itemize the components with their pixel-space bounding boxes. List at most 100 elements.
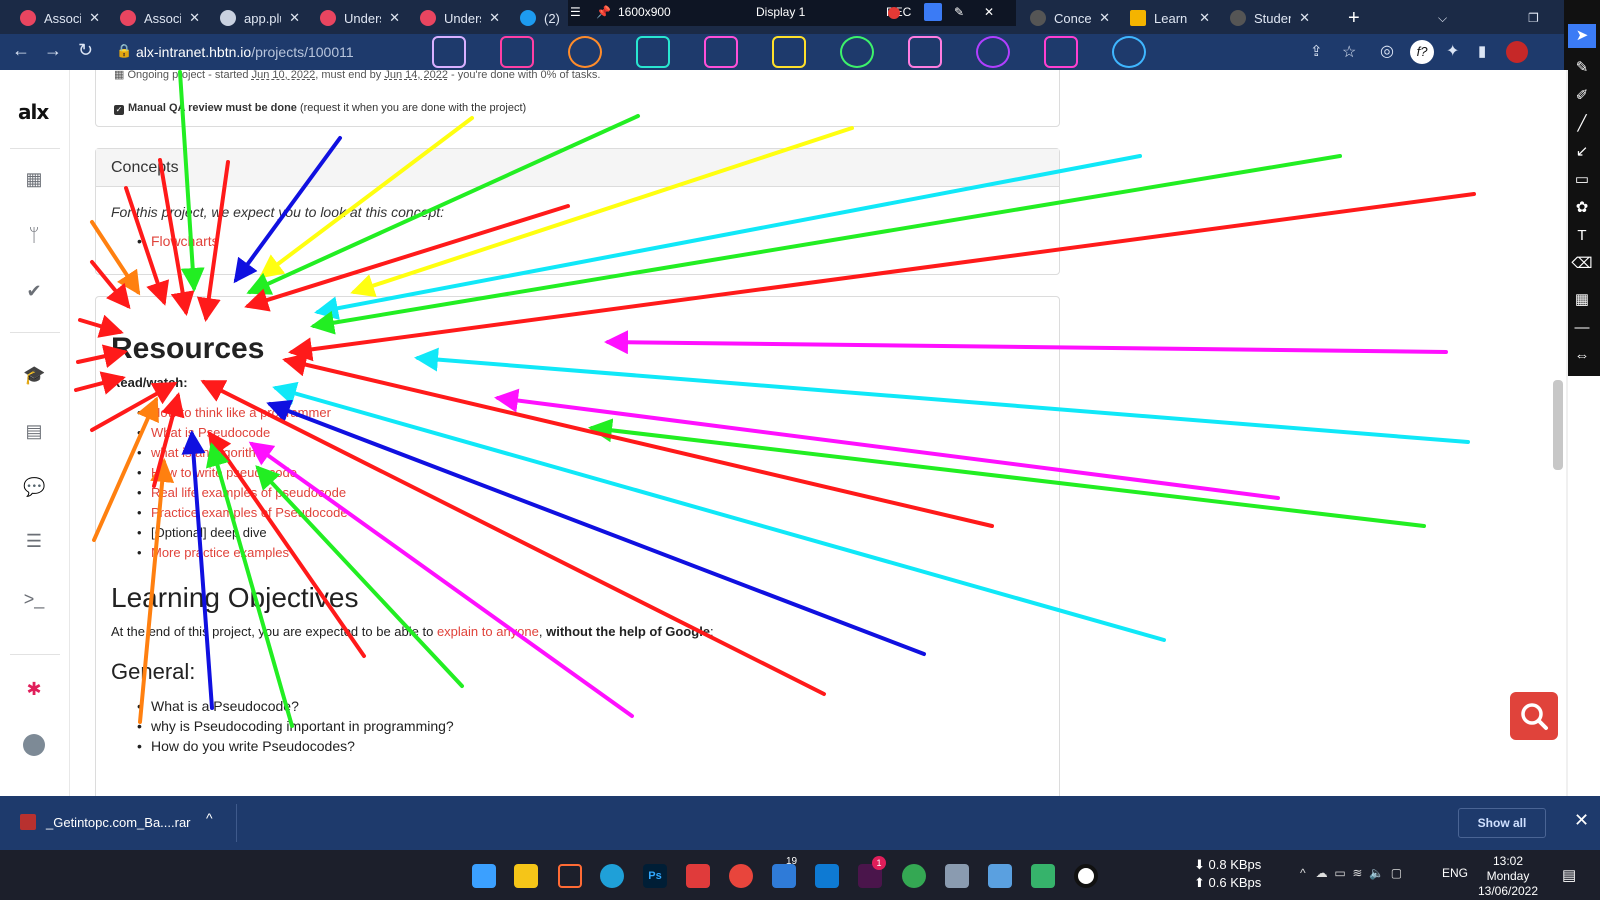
restore-window-icon[interactable]: ❐: [1520, 4, 1547, 32]
photoshop-icon[interactable]: Ps: [643, 864, 667, 888]
text-icon[interactable]: T: [1568, 224, 1596, 248]
close-icon[interactable]: ✕: [984, 5, 994, 19]
sidepanel-icon[interactable]: ▮: [1478, 42, 1486, 60]
mail-icon[interactable]: [500, 36, 534, 68]
stroke-width-icon[interactable]: —: [1568, 316, 1596, 340]
chat-icon[interactable]: 💬: [23, 476, 45, 498]
close-icon[interactable]: ✕: [89, 10, 100, 26]
resource-link[interactable]: More practice examples: [137, 545, 289, 560]
avatar[interactable]: [23, 734, 45, 756]
url-field[interactable]: alx-intranet.hbtn.io/projects/100011: [136, 44, 354, 60]
expand-icon[interactable]: ⇔: [1568, 344, 1596, 368]
tab-1[interactable]: Associa ✕: [112, 4, 208, 32]
camera-icon[interactable]: [924, 3, 942, 21]
tab-3[interactable]: Unders ✕: [312, 4, 408, 32]
radar-icon[interactable]: [976, 36, 1010, 68]
alx-logo[interactable]: alx: [18, 100, 49, 124]
game-icon[interactable]: [686, 864, 710, 888]
tab-7[interactable]: Learn ✕: [1122, 4, 1218, 32]
chevron-down-icon[interactable]: ⌵: [1430, 4, 1455, 32]
calendar-icon[interactable]: ▦: [23, 168, 45, 190]
concept-link-flowcharts[interactable]: Flowcharts: [137, 233, 219, 249]
tab-0[interactable]: Associa ✕: [12, 4, 108, 32]
volume-icon[interactable]: 🔈: [1369, 866, 1384, 880]
gear-icon[interactable]: [840, 36, 874, 68]
menu-icon[interactable]: ☰: [570, 5, 581, 19]
cloud-icon[interactable]: ☁: [1316, 866, 1328, 880]
file-explorer-icon[interactable]: [514, 864, 538, 888]
tab-5[interactable]: (2): [512, 4, 572, 32]
resource-link[interactable]: what is an algorithm: [137, 445, 267, 460]
document-icon[interactable]: ▤: [23, 420, 45, 442]
image-icon[interactable]: [908, 36, 942, 68]
windows-start-icon[interactable]: [472, 864, 496, 888]
steam-icon[interactable]: [1044, 36, 1078, 68]
monitor-icon[interactable]: [988, 864, 1012, 888]
palette-icon[interactable]: ✿: [1568, 196, 1596, 220]
system-tray[interactable]: ^ ☁ ▭ ≋ 🔈 ▢: [1300, 866, 1402, 880]
close-icon[interactable]: ✕: [489, 10, 500, 26]
reload-icon[interactable]: ↻: [78, 40, 93, 61]
resource-link[interactable]: Real life examples of pseudocode: [137, 485, 346, 500]
monitor-icon[interactable]: [432, 36, 466, 68]
close-icon[interactable]: ✕: [189, 10, 200, 26]
servers-icon[interactable]: ☰: [23, 530, 45, 552]
profile-avatar[interactable]: [1506, 41, 1528, 63]
download-item[interactable]: _Getintopc.com_Ba....rar: [20, 814, 191, 830]
slack-icon[interactable]: 1: [858, 856, 886, 888]
tab-8[interactable]: Studen ✕: [1222, 4, 1318, 32]
store-icon[interactable]: 19: [772, 856, 797, 888]
opacity-icon[interactable]: ▦: [1568, 288, 1596, 312]
new-tab-button[interactable]: +: [1340, 4, 1368, 32]
gamepad-icon[interactable]: [636, 36, 670, 68]
marker-icon[interactable]: ✐: [1568, 84, 1596, 108]
scrollbar-thumb[interactable]: [1553, 380, 1563, 470]
twitter-icon[interactable]: [1112, 36, 1146, 68]
close-icon[interactable]: ✕: [1299, 10, 1310, 26]
extension-color-icon[interactable]: ◎: [1380, 41, 1394, 61]
resource-link[interactable]: [Optional] deep dive: [137, 525, 267, 540]
tab-2[interactable]: app.plu ✕: [212, 4, 308, 32]
pin-icon[interactable]: 📌: [596, 5, 611, 19]
battery-icon[interactable]: ▭: [1334, 866, 1345, 880]
close-icon[interactable]: ✕: [1574, 810, 1589, 831]
show-all-button[interactable]: Show all: [1458, 808, 1546, 838]
star-icon[interactable]: ☆: [1342, 42, 1356, 62]
drive-icon[interactable]: [704, 36, 738, 68]
resource-link[interactable]: How to think like a programmer: [137, 405, 331, 420]
terminal-icon[interactable]: >_: [23, 588, 45, 610]
pencil-icon[interactable]: ✎: [1568, 56, 1596, 80]
display-icon[interactable]: ▢: [1391, 866, 1402, 880]
resource-link[interactable]: How to write pseudocode: [137, 465, 297, 480]
chevron-up-icon[interactable]: ^: [206, 810, 213, 826]
search-button[interactable]: [1510, 692, 1558, 740]
slack-icon[interactable]: ✱: [23, 678, 45, 700]
check-icon[interactable]: ✔: [23, 280, 45, 302]
lock-icon[interactable]: 🔒: [116, 43, 132, 59]
edge-icon[interactable]: [600, 864, 624, 888]
close-icon[interactable]: ✕: [1099, 10, 1110, 26]
resource-link[interactable]: Practice examples of Pseudocode: [137, 505, 348, 520]
close-icon[interactable]: ✕: [289, 10, 300, 26]
notification-icon[interactable]: ▤: [1562, 866, 1576, 884]
window-icon[interactable]: [772, 36, 806, 68]
folder-icon[interactable]: [558, 864, 582, 888]
chrome-profile-icon[interactable]: [902, 864, 926, 888]
eraser-icon[interactable]: ⌫: [1568, 252, 1596, 276]
cursor-icon[interactable]: ➤: [1568, 24, 1596, 48]
clock[interactable]: 13:02 Monday 13/06/2022: [1470, 854, 1546, 899]
close-icon[interactable]: ✕: [389, 10, 400, 26]
record-icon[interactable]: [1074, 864, 1098, 888]
back-icon[interactable]: ←: [12, 40, 30, 61]
chrome-icon[interactable]: [568, 36, 602, 68]
language-indicator[interactable]: ENG: [1442, 866, 1468, 880]
forward-icon[interactable]: →: [44, 40, 62, 61]
chrome-icon[interactable]: [729, 864, 753, 888]
git-branch-icon[interactable]: ᛘ: [23, 224, 45, 246]
vscode-icon[interactable]: [815, 864, 839, 888]
tab-6[interactable]: Conce ✕: [1022, 4, 1118, 32]
explain-link[interactable]: explain to anyone: [437, 624, 539, 639]
wifi-icon[interactable]: ≋: [1352, 866, 1362, 880]
map-icon[interactable]: [1031, 864, 1055, 888]
scrollbar-track[interactable]: [1566, 70, 1568, 796]
